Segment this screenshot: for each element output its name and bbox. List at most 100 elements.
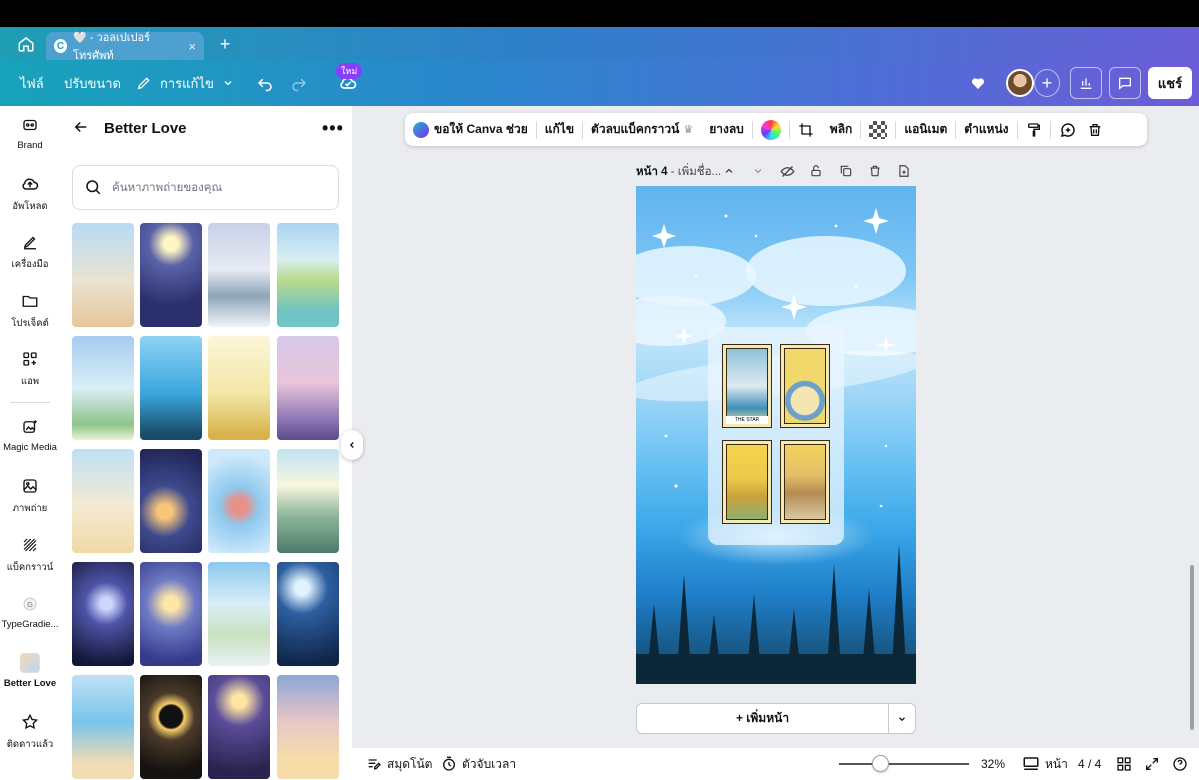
rail-label: ติดดาวแล้ว [6,739,54,750]
rail-item-photos[interactable]: ภาพถ่าย [0,475,60,516]
tarot-card-star[interactable]: THE STAR [722,344,772,428]
zoom-value[interactable]: 32% [981,748,1005,780]
timer-button[interactable]: ตัวจับเวลา [441,748,516,780]
image-thumbnail[interactable] [208,336,270,440]
add-page-dropdown[interactable] [888,704,915,733]
rail-item-typegradient[interactable]: G TypeGradie... [0,593,60,630]
favorite-button[interactable] [970,60,986,106]
image-thumbnail[interactable] [208,449,270,553]
delete-page-button[interactable] [866,162,884,180]
rail-item-tools[interactable]: เครื่องมือ [0,231,60,272]
grid-view-button[interactable] [1116,748,1132,780]
image-thumbnail[interactable] [140,562,202,666]
move-page-up-button[interactable] [720,162,738,180]
rail-item-starred[interactable]: ติดดาวแล้ว [0,711,60,752]
close-tab-icon[interactable]: × [188,39,196,54]
paint-roller-icon [1027,122,1040,137]
image-thumbnail[interactable] [72,562,134,666]
undo-icon [257,78,272,92]
invite-collaborator-button[interactable]: + [1034,69,1060,97]
animate-button[interactable]: แอนิเมต [896,113,955,146]
more-options-icon[interactable]: ••• [322,118,344,138]
ask-canva-button[interactable]: ขอให้ Canva ช่วย [405,113,536,146]
image-thumbnail[interactable] [208,562,270,666]
image-thumbnail[interactable] [277,562,339,666]
edit-mode-dropdown[interactable]: การแก้ไข [136,60,234,106]
zoom-slider-track[interactable] [839,763,969,765]
rail-item-apps[interactable]: แอพ [0,348,60,389]
new-tab-button[interactable]: + [214,33,236,55]
tarot-card-wheel[interactable] [780,344,830,428]
add-page-button[interactable]: + เพิ่มหน้า [636,703,916,734]
rail-item-brand[interactable]: Brand [0,114,60,151]
browser-tab[interactable]: C 🤍 - วอลเปเปอร์โทรศัพท์ × [46,32,204,62]
fullscreen-button[interactable] [1144,748,1160,780]
notes-icon [368,759,381,770]
comments-button[interactable] [1109,67,1141,99]
image-thumbnail[interactable] [72,449,134,553]
image-thumbnail[interactable] [277,223,339,327]
add-page-icon-button[interactable] [895,162,913,180]
color-button[interactable] [753,113,789,146]
vertical-scrollbar[interactable] [1190,565,1194,730]
copy-style-button[interactable] [1018,113,1050,146]
rail-label: อัพโหลด [12,201,48,212]
tarot-card-nine-pentacles[interactable] [722,440,772,524]
file-menu[interactable]: ไฟล์ [20,60,44,106]
add-comment-button[interactable] [1051,113,1085,146]
hide-page-button[interactable] [778,162,796,180]
rail-item-magic-media[interactable]: Magic Media [0,416,60,453]
image-thumbnail[interactable] [140,223,202,327]
image-thumbnail[interactable] [277,336,339,440]
back-arrow-icon[interactable] [72,118,92,138]
redo-button[interactable] [290,60,308,106]
image-thumbnail[interactable] [72,336,134,440]
image-thumbnail[interactable] [72,675,134,779]
move-page-down-button[interactable] [749,162,767,180]
tab-title: 🤍 - วอลเปเปอร์โทรศัพท์ [73,32,151,62]
duplicate-page-button[interactable] [837,162,855,180]
help-button[interactable] [1172,748,1188,780]
share-button[interactable]: แชร์ [1148,67,1192,99]
crop-button[interactable] [790,113,822,146]
tarot-card-four-wands[interactable] [780,440,830,524]
transparency-button[interactable] [861,113,895,146]
image-thumbnail[interactable] [140,449,202,553]
pencil-icon [137,77,150,90]
delete-button[interactable] [1085,113,1111,146]
rail-item-better-love[interactable]: Better Love [0,652,60,689]
rail-item-projects[interactable]: โปรเจ็คต์ [0,290,60,331]
zoom-slider-thumb[interactable] [872,755,889,772]
add-page-label: + เพิ่มหน้า [735,711,790,725]
editor-header: ไฟล์ ปรับขนาด การแก้ไข ใหม่ + แชร์ [0,60,1199,106]
resize-button[interactable]: ปรับขนาด [64,60,121,106]
image-thumbnail[interactable] [72,223,134,327]
collapse-panel-button[interactable] [341,430,363,460]
panel-title: Better Love [104,120,187,137]
notes-button[interactable]: สมุดโน้ต [366,748,432,780]
insights-button[interactable] [1070,67,1102,99]
edit-image-button[interactable]: แก้ไข [537,113,582,146]
position-button[interactable]: ตำแหน่ง [956,113,1016,146]
eraser-button[interactable]: ยางลบ [701,113,752,146]
image-thumbnail[interactable] [277,449,339,553]
search-input[interactable] [112,166,332,209]
pages-icon [1023,757,1039,770]
photo-icon [19,475,41,497]
page-title[interactable]: หน้า 4 - เพิ่มชื่อ... [636,163,721,181]
page-view-button[interactable]: หน้า [1022,748,1068,780]
rail-item-upload[interactable]: อัพโหลด [0,173,60,214]
undo-button[interactable] [256,60,274,106]
image-thumbnail[interactable] [140,336,202,440]
home-button[interactable] [14,33,38,55]
image-thumbnail[interactable] [208,223,270,327]
rail-item-backgrounds[interactable]: แบ็คกราวน์ [0,534,60,575]
flip-button[interactable]: พลิก [822,113,861,146]
bg-remover-button[interactable]: ตัวลบแบ็คกราวน์ ♛ [583,113,701,146]
image-thumbnail[interactable] [208,675,270,779]
background-icon [19,534,41,556]
lock-page-button[interactable] [807,162,825,180]
image-thumbnail[interactable] [140,675,202,779]
user-avatar[interactable] [1006,69,1034,97]
image-thumbnail[interactable] [277,675,339,779]
